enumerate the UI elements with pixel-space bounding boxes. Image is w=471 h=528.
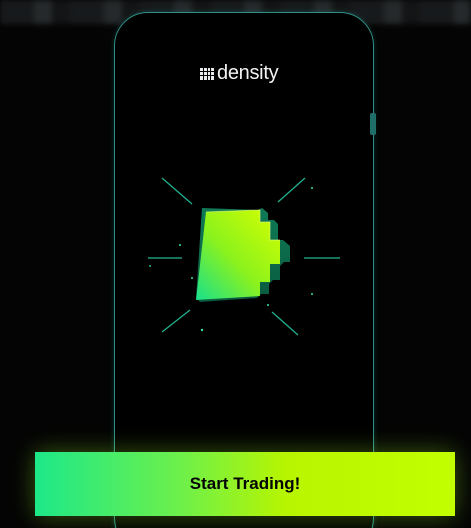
pixel-d-3d-icon <box>148 177 340 336</box>
brand-logo: density <box>200 62 279 85</box>
phone-side-button <box>370 113 376 135</box>
screen: density Start Trading! <box>0 0 471 528</box>
density-logo-icon <box>200 67 214 80</box>
start-trading-button[interactable]: Start Trading! <box>35 452 455 516</box>
brand-name: density <box>217 62 279 84</box>
